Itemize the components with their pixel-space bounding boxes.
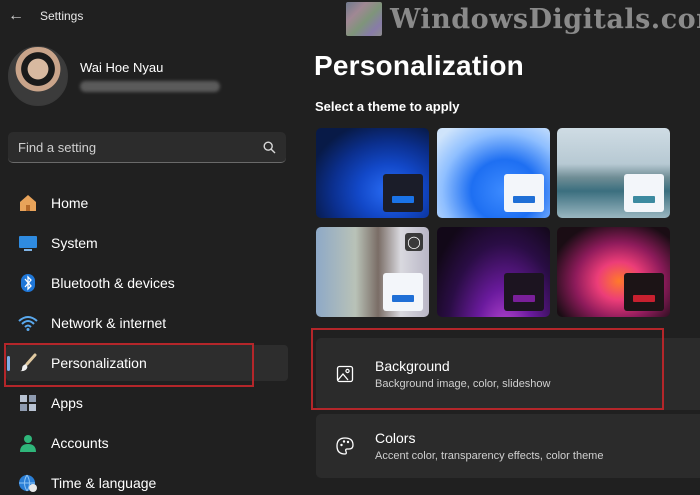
card-title: Colors: [375, 430, 416, 446]
paintbrush-icon: [17, 352, 39, 374]
theme-thumbnail[interactable]: [557, 227, 670, 317]
back-arrow-icon: ←: [8, 7, 24, 24]
theme-accent-swatch: [504, 273, 544, 311]
profile-info: Wai Hoe Nyau: [80, 60, 220, 92]
sidebar-item-label: Network & internet: [51, 315, 167, 331]
theme-thumbnail[interactable]: [437, 128, 550, 218]
sidebar-item-time-language[interactable]: Time & language: [6, 465, 288, 495]
card-title: Background: [375, 358, 450, 374]
theme-accent-swatch: [504, 174, 544, 212]
theme-section-heading: Select a theme to apply: [315, 99, 460, 114]
wifi-icon: [17, 312, 39, 334]
globe-clock-icon: [17, 472, 39, 494]
card-subtitle: Accent color, transparency effects, colo…: [375, 450, 604, 462]
sidebar-item-system[interactable]: System: [6, 225, 288, 261]
profile-name: Wai Hoe Nyau: [80, 60, 164, 75]
sidebar-item-label: Apps: [51, 395, 83, 411]
theme-thumbnail[interactable]: ◯: [316, 227, 429, 317]
sidebar-item-network[interactable]: Network & internet: [6, 305, 288, 341]
sidebar-item-label: Accounts: [51, 435, 109, 451]
accounts-icon: [17, 432, 39, 454]
app-title: Settings: [40, 9, 84, 23]
theme-gallery: ◯: [316, 128, 670, 318]
background-setting-card[interactable]: Background Background image, color, slid…: [316, 338, 700, 410]
user-profile[interactable]: Wai Hoe Nyau: [8, 46, 220, 106]
sidebar-item-label: Time & language: [51, 475, 157, 491]
watermark-logo: [346, 2, 382, 36]
image-icon: [334, 363, 356, 385]
search-input[interactable]: [18, 139, 262, 155]
theme-accent-swatch: [383, 174, 423, 212]
page-title: Personalization: [314, 50, 524, 81]
sidebar-item-home[interactable]: Home: [6, 185, 288, 221]
theme-thumbnail[interactable]: [557, 128, 670, 218]
theme-accent-swatch: [624, 273, 664, 311]
theme-thumbnail[interactable]: [437, 227, 550, 317]
search-icon[interactable]: [262, 140, 276, 154]
watermark: WindowsDigitals.com: [346, 0, 700, 38]
sidebar-nav: Home System Bluetooth & devices Network …: [6, 185, 288, 495]
apps-icon: [17, 392, 39, 414]
home-icon: [17, 192, 39, 214]
search-box[interactable]: [8, 132, 286, 163]
palette-icon: [334, 435, 356, 457]
sidebar-item-accounts[interactable]: Accounts: [6, 425, 288, 461]
colors-setting-card[interactable]: Colors Accent color, transparency effect…: [316, 414, 700, 478]
watermark-text: WindowsDigitals.com: [390, 3, 700, 35]
sidebar-item-label: Home: [51, 195, 89, 211]
sidebar-item-personalization[interactable]: Personalization: [6, 345, 288, 381]
theme-accent-swatch: [383, 273, 423, 311]
back-button[interactable]: ←: [2, 2, 30, 30]
slideshow-icon: ◯: [405, 233, 423, 251]
sidebar-item-label: Bluetooth & devices: [51, 275, 175, 291]
sidebar-item-apps[interactable]: Apps: [6, 385, 288, 421]
sidebar-item-bluetooth[interactable]: Bluetooth & devices: [6, 265, 288, 301]
sidebar-item-label: Personalization: [51, 355, 147, 371]
title-bar: ← Settings: [0, 0, 300, 32]
sidebar-item-label: System: [51, 235, 98, 251]
avatar[interactable]: [8, 46, 68, 106]
profile-email-redacted: [80, 81, 220, 92]
bluetooth-icon: [17, 272, 39, 294]
card-subtitle: Background image, color, slideshow: [375, 378, 551, 390]
theme-thumbnail[interactable]: [316, 128, 429, 218]
theme-accent-swatch: [624, 174, 664, 212]
display-icon: [17, 232, 39, 254]
